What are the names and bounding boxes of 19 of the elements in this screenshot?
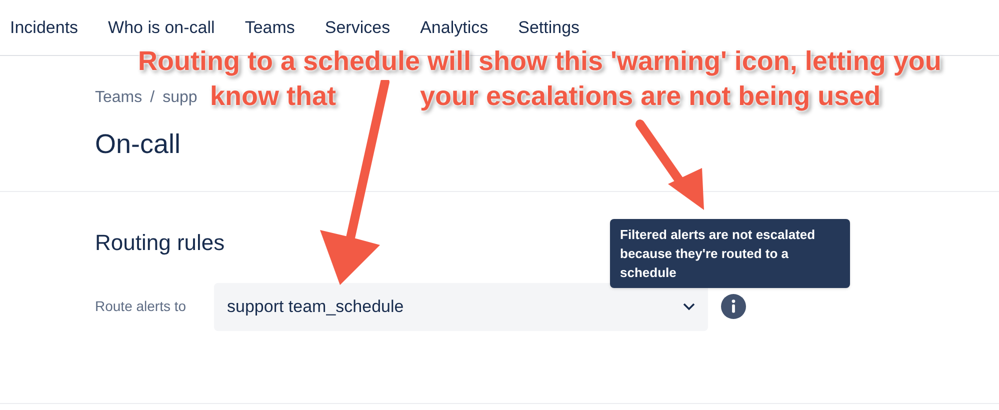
nav-link[interactable]: Analytics (420, 14, 488, 40)
nav-link[interactable]: Settings (518, 14, 580, 40)
nav-link[interactable]: Who is on-call (108, 14, 215, 40)
info-icon[interactable] (721, 294, 746, 319)
tooltip: Filtered alerts are not escalated because they're routed to a schedule (610, 219, 850, 288)
breadcrumb-link[interactable]: Teams (95, 86, 142, 110)
breadcrumb-separator: / (150, 88, 155, 108)
nav-link[interactable]: Incidents (10, 14, 78, 40)
annotation-text: know that (210, 83, 336, 110)
chevron-down-icon (683, 302, 695, 310)
annotation-text: Routing to a schedule will show this 'warning' icon, letting you (138, 48, 942, 75)
annotation-text: your escalations are not being used (420, 83, 881, 110)
page-title: On-call (95, 128, 182, 161)
section-title: Routing rules (95, 228, 225, 257)
nav-link[interactable]: Services (324, 14, 390, 40)
field-label: Route alerts to (95, 297, 188, 316)
breadcrumb-link[interactable]: supp (162, 86, 198, 110)
schedule-select[interactable]: support team_schedule (214, 282, 708, 330)
nav-link[interactable]: Teams (244, 14, 295, 40)
